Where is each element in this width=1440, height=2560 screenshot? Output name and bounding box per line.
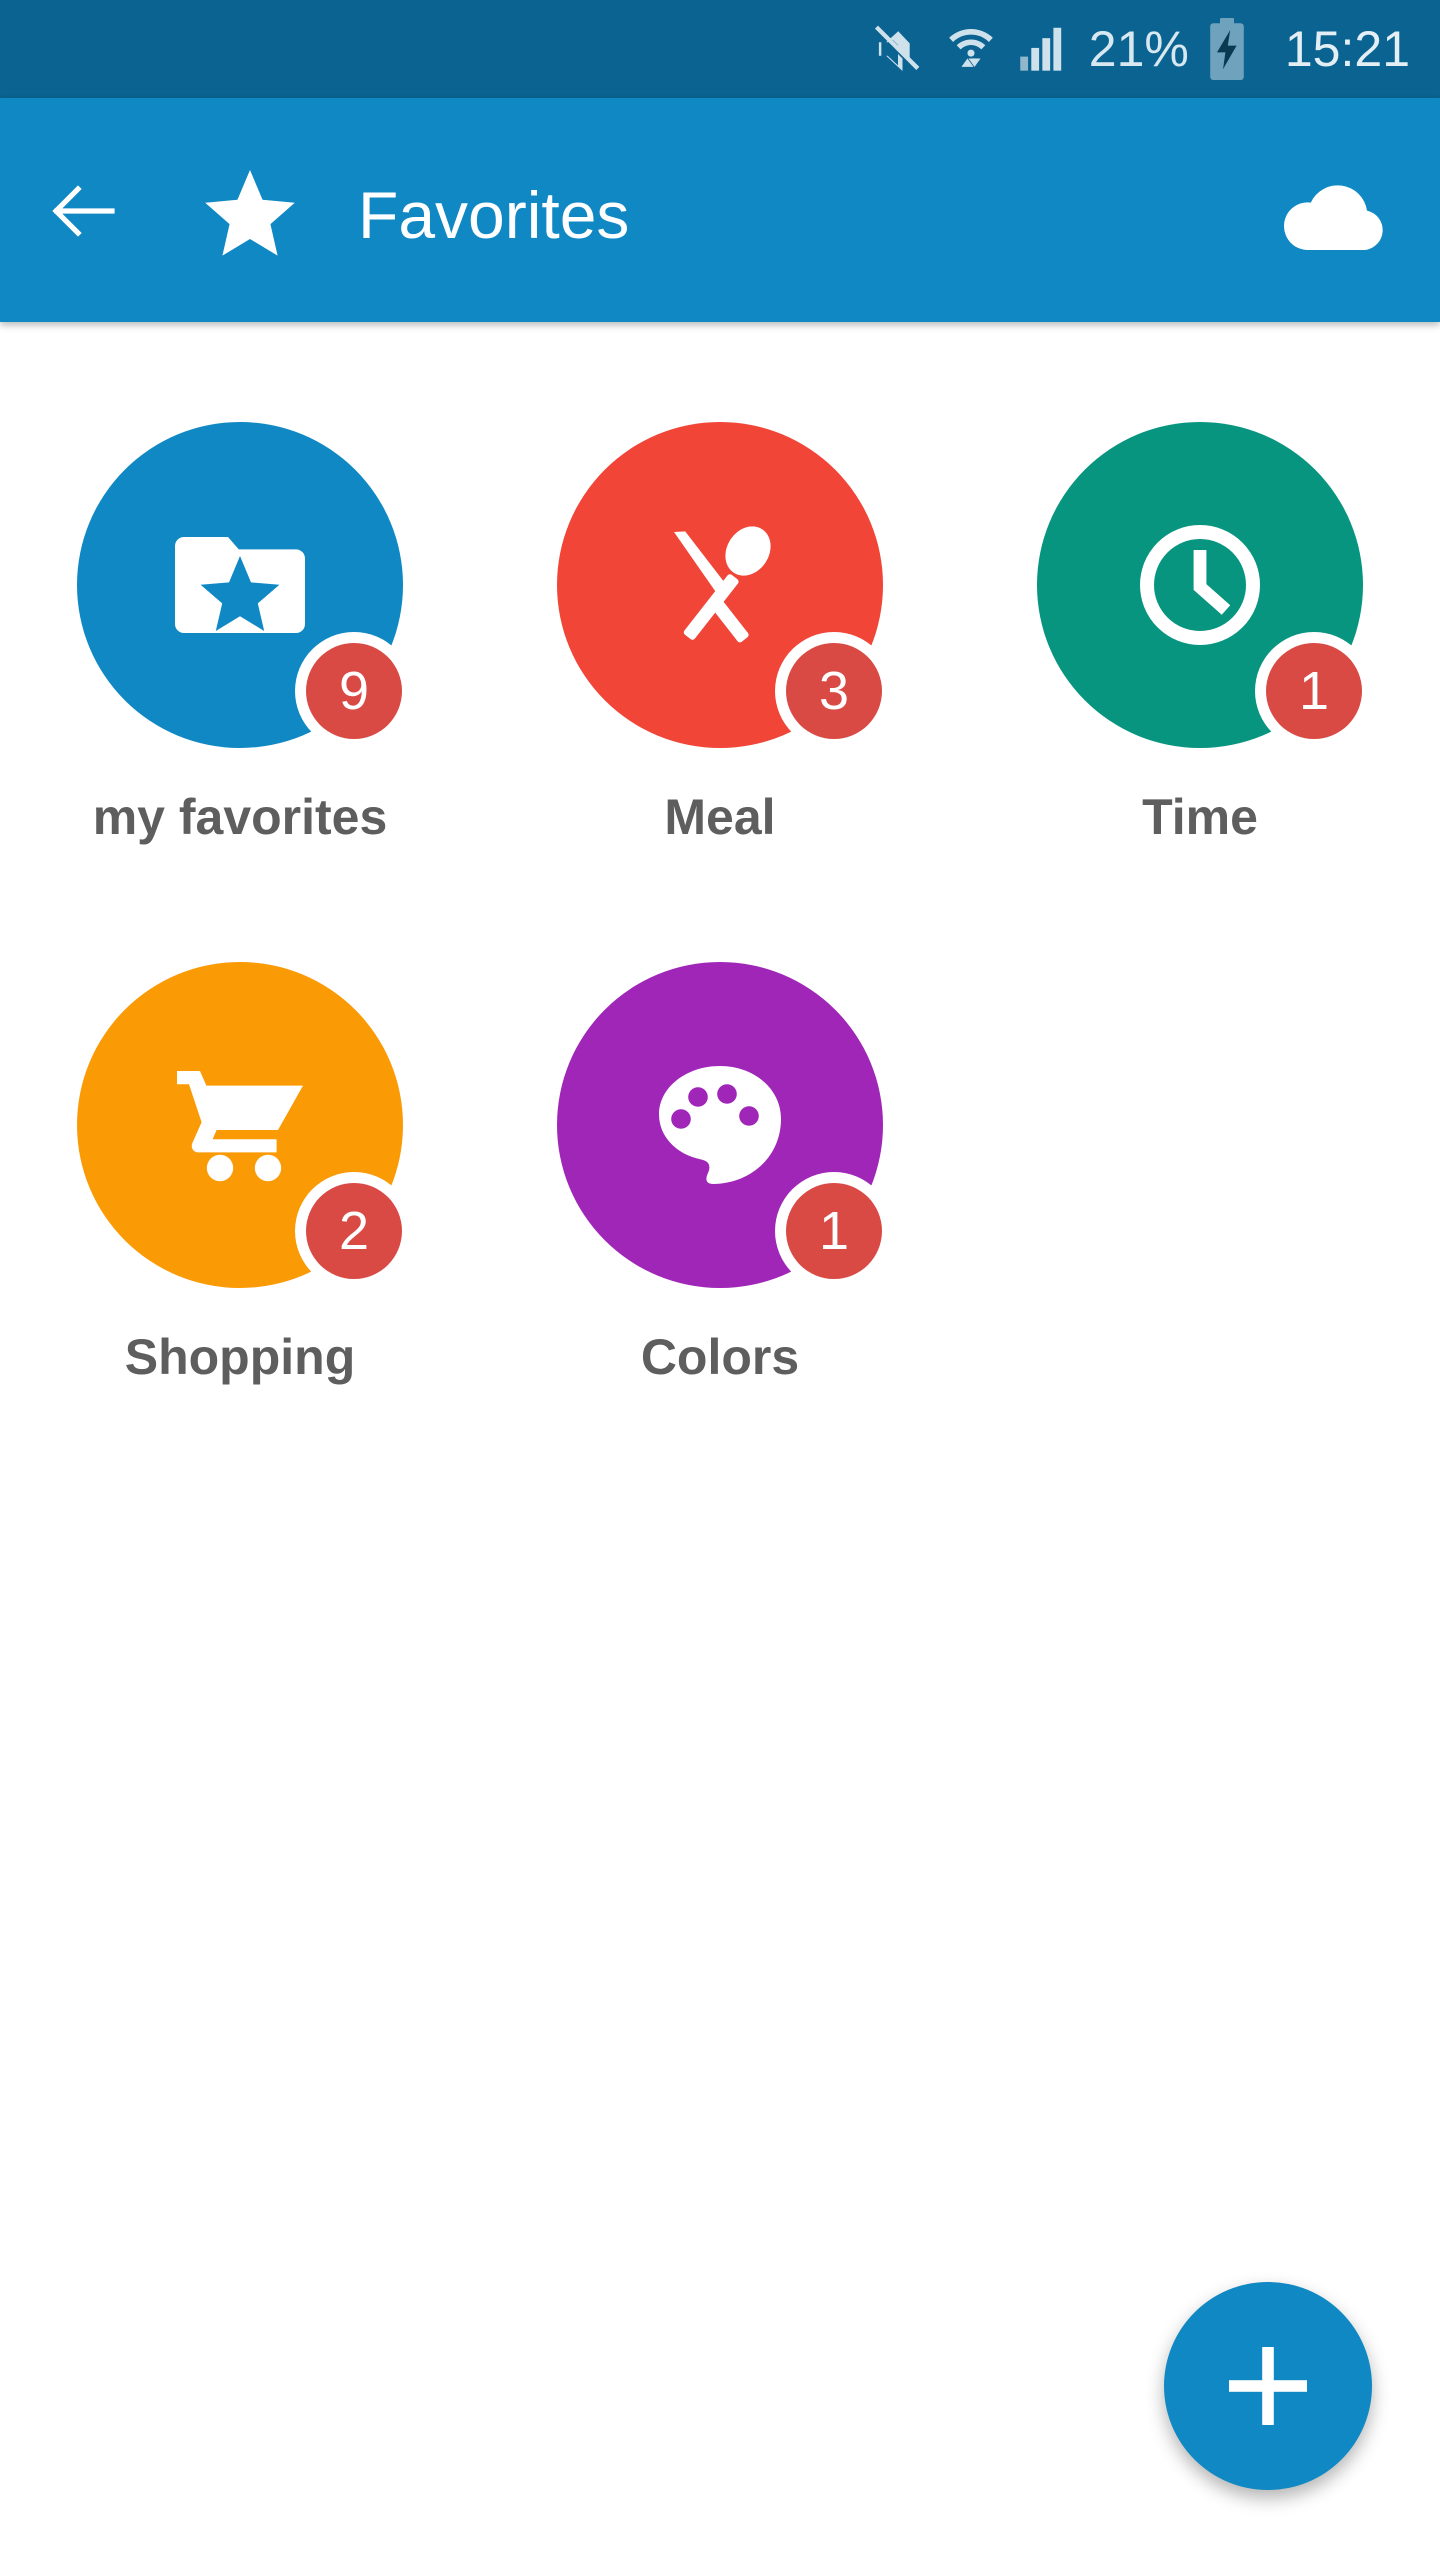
status-badge: 2: [306, 1183, 402, 1279]
content-area: 9 my favorites 3 Meal 1 Time 2 Shopping …: [0, 322, 1440, 2560]
category-circle-wrap: 3: [557, 422, 893, 750]
category-item-time[interactable]: 1 Time: [960, 422, 1440, 962]
app-bar: Favorites: [0, 98, 1440, 322]
palette-icon: [659, 1066, 781, 1184]
status-badge: 3: [786, 643, 882, 739]
wifi-icon: [948, 29, 993, 67]
category-label: Shopping: [124, 1329, 356, 1385]
badge-ring: 1: [775, 1172, 893, 1290]
category-grid-empty-slot: [960, 962, 1440, 1502]
category-circle-wrap: 1: [1037, 422, 1373, 750]
category-grid: 9 my favorites 3 Meal 1 Time 2 Shopping …: [0, 322, 1440, 1502]
category-item-my-favorites[interactable]: 9 my favorites: [0, 422, 480, 962]
status-bar-clock: 15:21: [1284, 21, 1410, 77]
back-arrow-icon: [52, 185, 115, 237]
category-circle-wrap: 1: [557, 962, 893, 1290]
plus-icon: [1229, 2347, 1307, 2425]
status-badge: 9: [306, 643, 402, 739]
category-label: Colors: [640, 1329, 800, 1385]
category-label: Meal: [664, 789, 776, 845]
badge-ring: 9: [295, 632, 413, 750]
folder-star-icon: [175, 537, 305, 633]
category-item-shopping[interactable]: 2 Shopping: [0, 962, 480, 1502]
category-item-meal[interactable]: 3 Meal: [480, 422, 960, 962]
status-badge: 1: [786, 1183, 882, 1279]
status-bar-icons: 21% 15:21: [871, 18, 1410, 80]
page-title: Favorites: [358, 178, 630, 252]
status-badge: 1: [1266, 643, 1362, 739]
clock-icon: [1140, 525, 1260, 645]
category-circle-wrap: 2: [77, 962, 413, 1290]
add-button[interactable]: [1164, 2282, 1372, 2490]
battery-percent-label: 21%: [1088, 21, 1189, 77]
badge-ring: 2: [295, 1172, 413, 1290]
category-label: my favorites: [92, 789, 388, 845]
category-item-colors[interactable]: 1 Colors: [480, 962, 960, 1502]
mute-icon: [874, 25, 920, 72]
signal-icon: [1020, 27, 1061, 71]
cloud-download-button[interactable]: [1283, 182, 1388, 258]
category-label: Time: [1142, 789, 1258, 845]
status-bar: 21% 15:21: [0, 0, 1440, 98]
badge-ring: 3: [775, 632, 893, 750]
cutlery-icon: [674, 526, 771, 643]
cloud-download-icon: [1283, 185, 1383, 250]
star-icon: [205, 170, 295, 256]
battery-charging-icon: [1205, 18, 1249, 80]
back-button[interactable]: [50, 180, 116, 242]
badge-ring: 1: [1255, 632, 1373, 750]
shopping-cart-icon: [177, 1071, 303, 1182]
category-circle-wrap: 9: [77, 422, 413, 750]
